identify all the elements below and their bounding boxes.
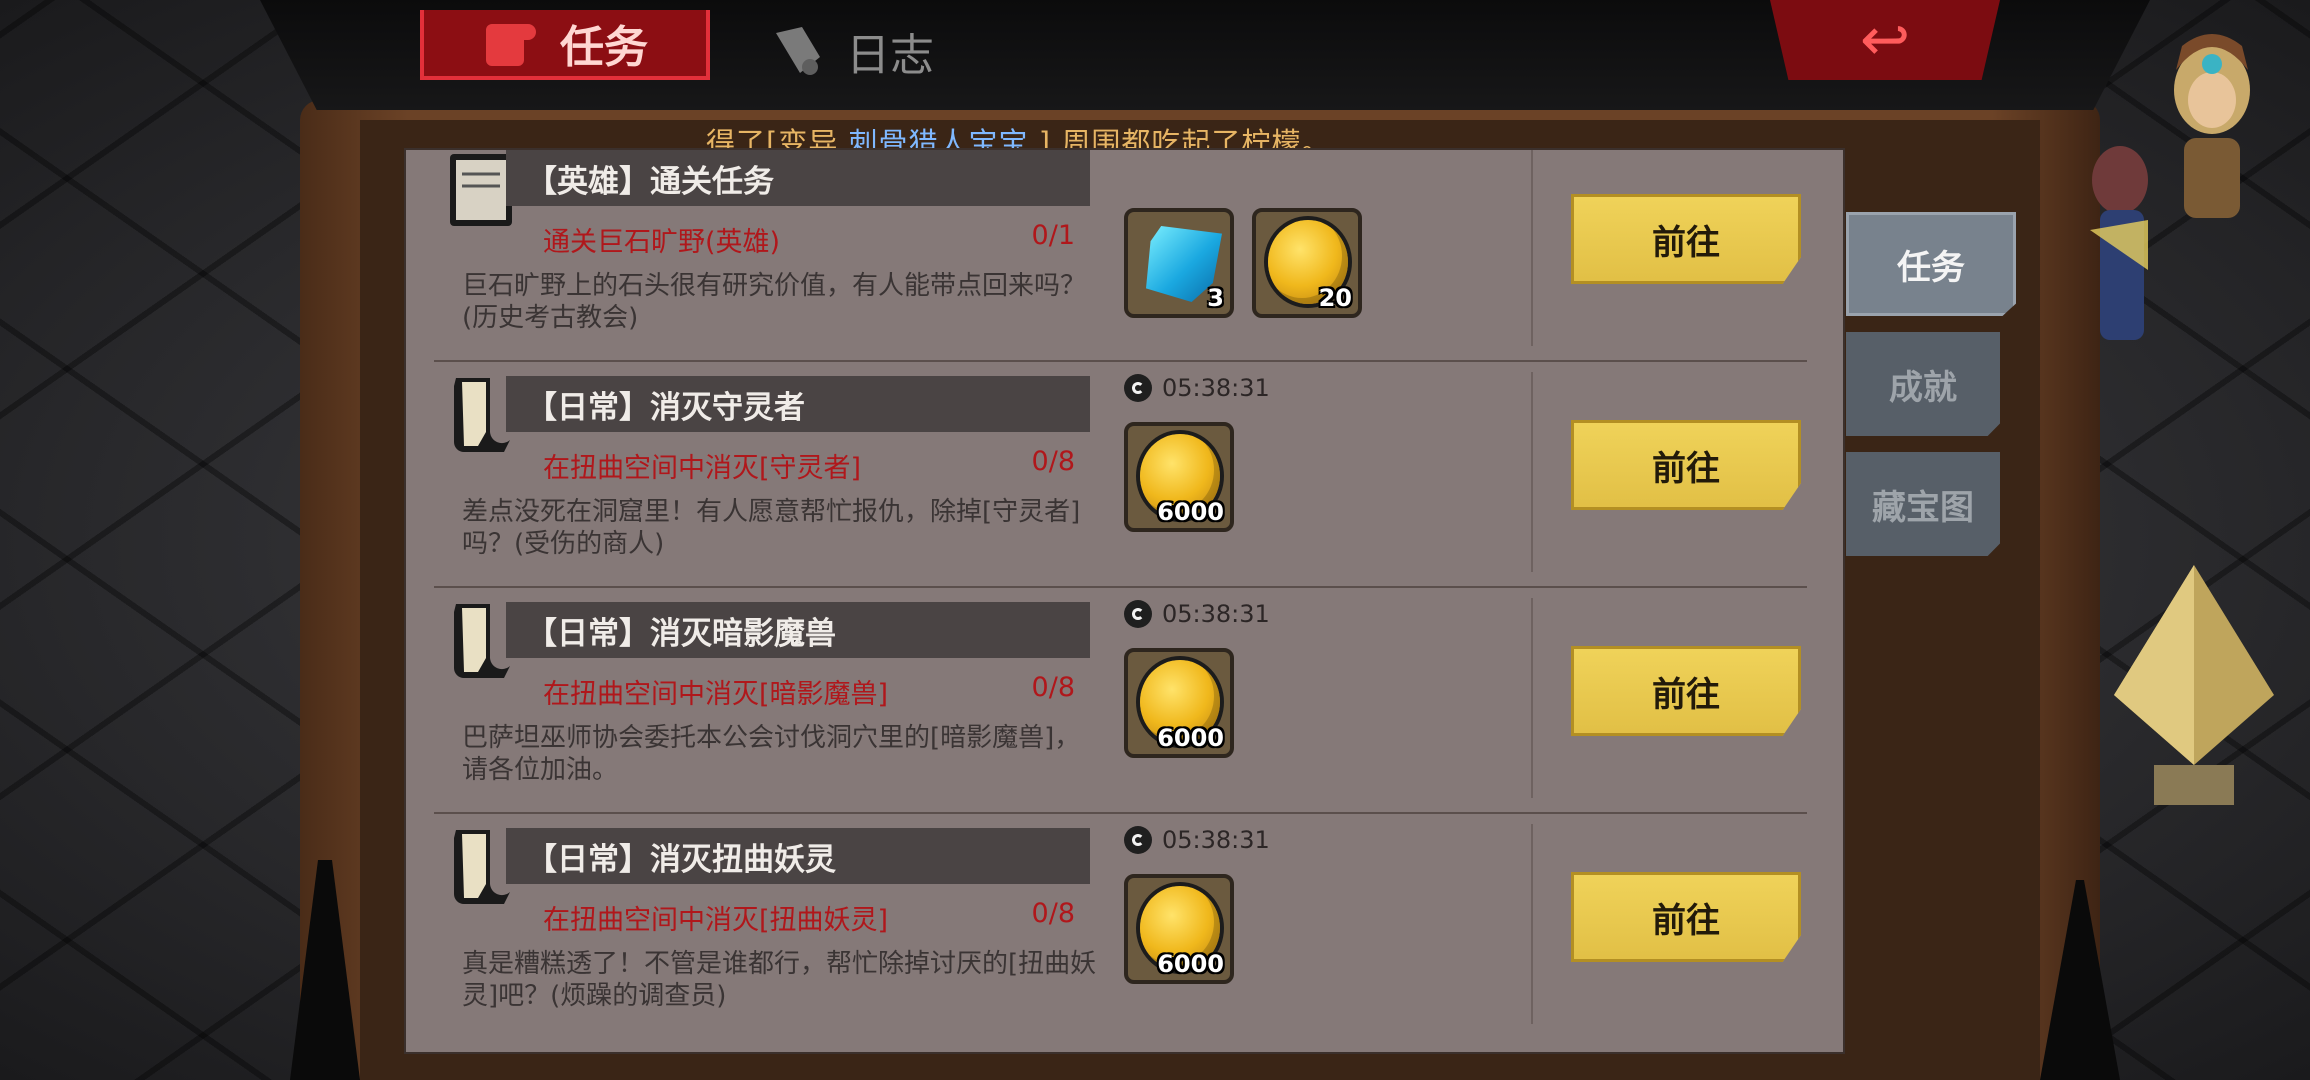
quest-title-bar: 【日常】消灭守灵者 xyxy=(506,376,1090,432)
reward-slot[interactable]: 6000 xyxy=(1124,648,1234,758)
quest-objective: 在扭曲空间中消灭[守灵者] xyxy=(543,453,862,484)
go-button[interactable]: 前往 xyxy=(1571,646,1801,736)
quest-timer: 05:38:31 xyxy=(1124,374,1270,402)
reward-slot[interactable]: 20 xyxy=(1252,208,1362,318)
quest-title: 【英雄】通关任务 xyxy=(526,163,774,200)
reward-quantity: 20 xyxy=(1318,284,1352,312)
side-tab-treasure-map[interactable]: 藏宝图 xyxy=(1846,452,2000,556)
hero-character-avatar[interactable] xyxy=(2150,30,2270,230)
tab-log[interactable]: 日志 xyxy=(770,16,1010,86)
side-tab-achievement[interactable]: 成就 xyxy=(1846,332,2000,436)
quest-progress: 0/8 xyxy=(1031,672,1075,703)
quest-title: 【日常】消灭守灵者 xyxy=(526,389,805,426)
quest-row: 【日常】消灭暗影魔兽 在扭曲空间中消灭[暗影魔兽] 0/8 巴萨坦巫师协会委托本… xyxy=(406,588,1843,814)
quest-progress: 0/8 xyxy=(1031,446,1075,477)
quest-row: 【英雄】通关任务 通关巨石旷野(英雄) 0/1 巨石旷野上的石头很有研究价值，有… xyxy=(406,150,1843,362)
reward-slot[interactable]: 6000 xyxy=(1124,874,1234,984)
quest-description: 真是糟糕透了！不管是谁都行，帮忙除掉讨厌的[扭曲妖灵]吧？(烦躁的调查员) xyxy=(462,949,1097,1011)
reward-quantity: 6000 xyxy=(1157,724,1224,752)
side-tab-quest[interactable]: 任务 xyxy=(1846,212,2016,316)
timer-text: 05:38:31 xyxy=(1162,600,1270,628)
go-button[interactable]: 前往 xyxy=(1571,872,1801,962)
companion-character xyxy=(2090,146,2148,340)
tab-log-label: 日志 xyxy=(846,30,934,81)
go-button[interactable]: 前往 xyxy=(1571,420,1801,510)
column-divider xyxy=(1531,598,1533,798)
quest-description: 巴萨坦巫师协会委托本公会讨伐洞穴里的[暗影魔兽]，请各位加油。 xyxy=(462,723,1081,785)
go-button[interactable]: 前往 xyxy=(1571,194,1801,284)
column-divider xyxy=(1531,824,1533,1024)
scroll-tab-icon xyxy=(486,24,536,66)
quest-objective: 在扭曲空间中消灭[暗影魔兽] xyxy=(543,679,889,710)
reward-slot[interactable]: 6000 xyxy=(1124,422,1234,532)
timer-text: 05:38:31 xyxy=(1162,826,1270,854)
clock-icon xyxy=(1124,600,1152,628)
quest-title: 【日常】消灭扭曲妖灵 xyxy=(526,841,836,878)
quest-list-panel[interactable]: 【英雄】通关任务 通关巨石旷野(英雄) 0/1 巨石旷野上的石头很有研究价值，有… xyxy=(406,150,1843,1052)
quest-title-bar: 【日常】消灭暗影魔兽 xyxy=(506,602,1090,658)
quest-description: 差点没死在洞窟里！有人愿意帮忙报仇，除掉[守灵者]吗？(受伤的商人) xyxy=(462,497,1081,559)
back-button[interactable]: ↩ xyxy=(1770,0,2000,80)
crystal-prop xyxy=(2114,565,2274,805)
quest-title: 【日常】消灭暗影魔兽 xyxy=(526,615,836,652)
reward-quantity: 6000 xyxy=(1157,950,1224,978)
quest-timer: 05:38:31 xyxy=(1124,600,1270,628)
timer-text: 05:38:31 xyxy=(1162,374,1270,402)
quest-progress: 0/1 xyxy=(1031,220,1075,251)
clock-icon xyxy=(1124,374,1152,402)
clock-icon xyxy=(1124,826,1152,854)
reward-quantity: 3 xyxy=(1207,284,1224,312)
tab-quest-label: 任务 xyxy=(560,22,648,73)
reward-slot[interactable]: 3 xyxy=(1124,208,1234,318)
tab-quest[interactable]: 任务 xyxy=(420,10,710,80)
quest-description: 巨石旷野上的石头很有研究价值，有人能带点回来吗？(历史考古教会) xyxy=(462,271,1087,333)
quest-timer: 05:38:31 xyxy=(1124,826,1270,854)
quest-objective: 通关巨石旷野(英雄) xyxy=(543,227,781,258)
reward-quantity: 6000 xyxy=(1157,498,1224,526)
quest-title-bar: 【英雄】通关任务 xyxy=(506,150,1090,206)
quill-icon xyxy=(776,27,820,75)
quest-row: 【日常】消灭扭曲妖灵 在扭曲空间中消灭[扭曲妖灵] 0/8 真是糟糕透了！不管是… xyxy=(406,814,1843,1040)
quest-row: 【日常】消灭守灵者 在扭曲空间中消灭[守灵者] 0/8 差点没死在洞窟里！有人愿… xyxy=(406,362,1843,588)
quest-progress: 0/8 xyxy=(1031,898,1075,929)
quest-objective: 在扭曲空间中消灭[扭曲妖灵] xyxy=(543,905,889,936)
quest-title-bar: 【日常】消灭扭曲妖灵 xyxy=(506,828,1090,884)
column-divider xyxy=(1531,372,1533,572)
back-arrow-icon: ↩ xyxy=(1859,5,1911,75)
column-divider xyxy=(1531,150,1533,346)
